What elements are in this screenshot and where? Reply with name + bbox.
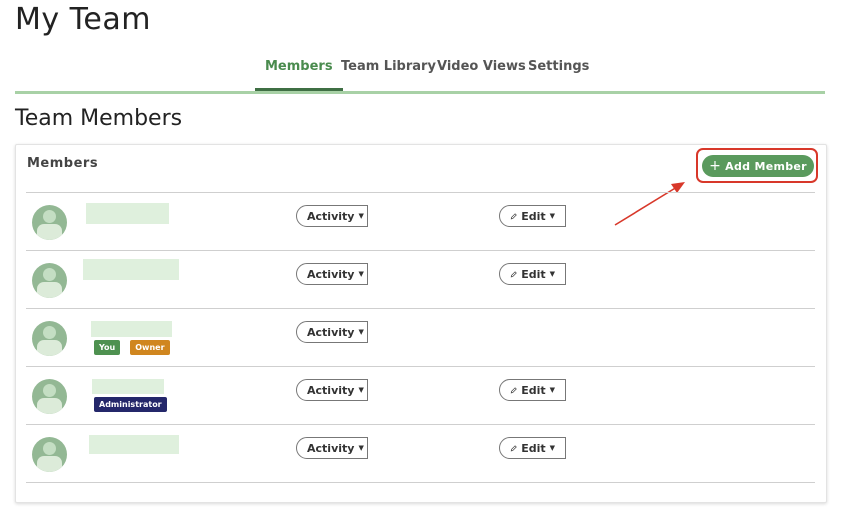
member-name-redacted xyxy=(86,203,169,224)
caret-down-icon: ▼ xyxy=(358,444,364,452)
role-badges: You Owner xyxy=(94,340,170,355)
member-row: Activity ▼ Edit ▼ xyxy=(26,250,815,308)
page-title: My Team xyxy=(15,2,151,37)
caret-down-icon: ▼ xyxy=(358,212,364,220)
activity-label: Activity xyxy=(307,209,355,223)
member-row: Activity ▼ Edit ▼ xyxy=(26,192,815,250)
edit-label: Edit xyxy=(521,383,546,397)
activity-label: Activity xyxy=(307,325,355,339)
caret-down-icon: ▼ xyxy=(549,270,555,278)
tab-video-views[interactable]: Video Views xyxy=(437,59,526,88)
caret-down-icon: ▼ xyxy=(549,212,555,220)
tab-settings[interactable]: Settings xyxy=(528,59,589,88)
activity-dropdown-button[interactable]: Activity ▼ xyxy=(296,205,368,227)
activity-label: Activity xyxy=(307,383,355,397)
badge-owner: Owner xyxy=(130,340,170,355)
avatar xyxy=(32,379,67,414)
member-name-redacted xyxy=(92,379,164,394)
tab-team-library[interactable]: Team Library xyxy=(341,59,436,88)
activity-dropdown-button[interactable]: Activity ▼ xyxy=(296,263,368,285)
member-row: You Owner Activity ▼ xyxy=(26,308,815,366)
caret-down-icon: ▼ xyxy=(358,270,364,278)
avatar xyxy=(32,321,67,356)
pencil-icon xyxy=(510,444,517,451)
section-title: Team Members xyxy=(15,106,183,131)
activity-label: Activity xyxy=(307,441,355,455)
member-name-redacted xyxy=(91,321,172,337)
edit-dropdown-button[interactable]: Edit ▼ xyxy=(499,205,566,227)
add-member-label: Add Member xyxy=(725,159,807,173)
panel-title: Members xyxy=(27,156,99,171)
pencil-icon xyxy=(510,212,517,219)
activity-dropdown-button[interactable]: Activity ▼ xyxy=(296,437,368,459)
activity-dropdown-button[interactable]: Activity ▼ xyxy=(296,379,368,401)
edit-dropdown-button[interactable]: Edit ▼ xyxy=(499,437,566,459)
edit-dropdown-button[interactable]: Edit ▼ xyxy=(499,263,566,285)
avatar xyxy=(32,437,67,472)
member-row: Administrator Activity ▼ Edit ▼ xyxy=(26,366,815,424)
members-panel: Members + Add Member Activity ▼ Edit ▼ A… xyxy=(15,144,827,503)
edit-dropdown-button[interactable]: Edit ▼ xyxy=(499,379,566,401)
edit-label: Edit xyxy=(521,267,546,281)
pencil-icon xyxy=(510,270,517,277)
edit-label: Edit xyxy=(521,441,546,455)
caret-down-icon: ▼ xyxy=(358,328,364,336)
badge-administrator: Administrator xyxy=(94,397,167,412)
caret-down-icon: ▼ xyxy=(549,386,555,394)
avatar xyxy=(32,263,67,298)
member-name-redacted xyxy=(83,259,179,280)
badge-you: You xyxy=(94,340,121,355)
pencil-icon xyxy=(510,386,517,393)
member-row: Activity ▼ Edit ▼ xyxy=(26,424,815,483)
tab-members[interactable]: Members xyxy=(255,59,343,91)
activity-label: Activity xyxy=(307,267,355,281)
plus-icon: + xyxy=(709,158,722,174)
role-badges: Administrator xyxy=(94,397,167,412)
caret-down-icon: ▼ xyxy=(549,444,555,452)
member-name-redacted xyxy=(89,435,179,454)
activity-dropdown-button[interactable]: Activity ▼ xyxy=(296,321,368,343)
members-list: Activity ▼ Edit ▼ Activity ▼ Edit ▼ You … xyxy=(26,192,815,483)
caret-down-icon: ▼ xyxy=(358,386,364,394)
tab-bar: Members Team Library Video Views Setting… xyxy=(15,55,825,94)
avatar xyxy=(32,205,67,240)
edit-label: Edit xyxy=(521,209,546,223)
add-member-button[interactable]: + Add Member xyxy=(702,155,814,177)
